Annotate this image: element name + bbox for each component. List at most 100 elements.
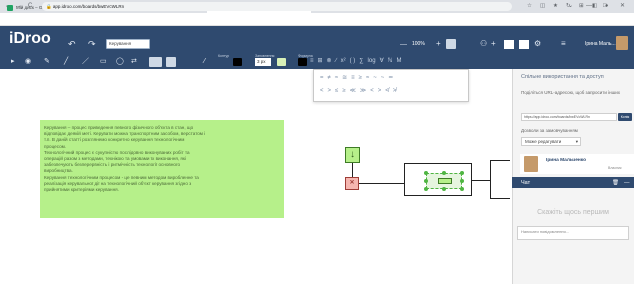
math-tab[interactable]: ℕ (388, 57, 393, 65)
resize-handle[interactable] (460, 187, 464, 191)
math-symbol[interactable]: ≠ (328, 74, 331, 82)
connector-line[interactable] (472, 180, 490, 181)
zoom-out-icon[interactable]: — (400, 39, 407, 51)
math-symbol[interactable]: ≤ (335, 87, 338, 95)
forward-button[interactable]: → (16, 2, 22, 11)
math-symbol[interactable]: ≪ (350, 87, 356, 95)
fit-screen-button[interactable] (446, 39, 456, 49)
app-logo[interactable]: iDroo (9, 29, 51, 49)
address-input[interactable]: 🔒 app.idroo.com/boards/bwEVcWLRn (42, 2, 512, 11)
extension-icon[interactable]: ◫ (540, 2, 545, 11)
trash-icon[interactable]: 🗑 (612, 179, 619, 187)
math-tab[interactable]: ∑ (359, 57, 363, 65)
cross-node[interactable]: ✕ (345, 177, 359, 190)
output-block[interactable] (490, 160, 510, 199)
math-symbol[interactable]: ≅ (342, 74, 347, 82)
math-symbol[interactable]: ≥ (342, 87, 345, 95)
math-symbol[interactable]: > (378, 87, 382, 95)
brush-icon[interactable]: ⁄ (204, 57, 205, 66)
math-symbol-row: < > ≤ ≥ ≪ ≫ < > ≮ ≯ (320, 87, 396, 95)
resize-handle[interactable] (442, 171, 446, 175)
math-tab[interactable]: x² (341, 57, 346, 65)
resize-handle[interactable] (442, 187, 446, 191)
avatar[interactable] (616, 36, 628, 50)
math-symbol[interactable]: ≃ (388, 74, 393, 82)
math-tab[interactable]: ( ) (350, 57, 356, 65)
current-user-name[interactable]: Ірина Маль... (585, 40, 616, 49)
outline-color-swatch[interactable] (233, 58, 242, 66)
math-symbol[interactable]: = (320, 74, 324, 82)
math-tab[interactable]: log (368, 57, 376, 65)
math-symbol[interactable]: > (328, 87, 332, 95)
marker-tool-icon[interactable]: ◉ (25, 57, 31, 66)
connector-line[interactable] (352, 163, 353, 177)
users-icon[interactable]: ⚇ (480, 38, 487, 50)
math-tab[interactable]: ⊗ (327, 57, 332, 65)
selected-inner-shape[interactable] (438, 178, 452, 184)
chat-message-input[interactable]: Написати повідомлення... (517, 226, 629, 240)
minimize-icon[interactable]: — (624, 179, 630, 187)
back-button[interactable]: ← (5, 2, 11, 11)
fill-color-swatch[interactable] (277, 58, 286, 66)
gear-icon[interactable]: ⚙ (534, 38, 541, 50)
extension-icon[interactable]: ↻ (566, 2, 571, 11)
redo-icon[interactable]: ↷ (88, 38, 96, 50)
document-name-input[interactable]: Керування (106, 39, 150, 49)
math-symbol[interactable]: ≡ (351, 74, 355, 82)
permission-select[interactable]: Може редагувати ▾ (521, 137, 581, 146)
math-symbol[interactable]: ≥ (359, 74, 362, 82)
extension-icon[interactable]: ★ (553, 2, 558, 11)
resize-handle[interactable] (424, 171, 428, 175)
chat-empty-message: Скажіть щось першим (537, 209, 609, 216)
math-symbol[interactable]: ~ (381, 74, 385, 82)
add-icon[interactable]: + (491, 38, 496, 50)
bookmark-star-icon[interactable]: ☆ (527, 2, 532, 11)
down-arrow-node[interactable]: ↓ (345, 147, 360, 163)
resize-handle[interactable] (424, 179, 428, 183)
resize-handle[interactable] (460, 179, 464, 183)
zoom-in-icon[interactable]: + (436, 38, 441, 50)
copy-url-button[interactable]: Копія (618, 113, 632, 121)
stroke-size-field[interactable]: 3 px (255, 58, 271, 66)
profile-icon[interactable]: ● (605, 2, 608, 11)
math-tab[interactable]: ∕ (336, 57, 337, 65)
math-symbol[interactable]: < (370, 87, 374, 95)
extension-icon[interactable]: ⊞ (579, 2, 584, 11)
text-note[interactable]: Керування – процес приведення певного фі… (40, 120, 284, 218)
rectangle-tool-icon[interactable]: ▭ (100, 57, 107, 66)
formula-tool-button[interactable] (149, 57, 162, 67)
math-symbol[interactable]: ≈ (335, 74, 338, 82)
share-button[interactable] (503, 39, 515, 50)
math-symbol[interactable]: < (320, 87, 324, 95)
math-symbol[interactable]: ≫ (360, 87, 366, 95)
share-url-field[interactable]: https://app.idroo.com/boards/bwEVcWLRn (521, 113, 617, 121)
image-tool-button[interactable] (166, 57, 176, 67)
math-symbol[interactable]: ≮ (385, 87, 389, 95)
lock-icon: 🔒 (46, 4, 53, 9)
formula-color-swatch[interactable] (298, 58, 307, 66)
zoom-level[interactable]: 100% (412, 40, 425, 49)
url-text: app.idroo.com/boards/bwEVcWLRn (52, 4, 125, 9)
reload-button[interactable]: C (28, 2, 32, 11)
select-tool-icon[interactable]: ▸ (11, 57, 15, 66)
resize-handle[interactable] (460, 171, 464, 175)
math-symbol[interactable]: ≈ (366, 74, 369, 82)
ellipse-tool-icon[interactable]: ◯ (116, 57, 124, 66)
line-tool-icon[interactable]: ／ (82, 57, 89, 66)
math-symbol[interactable]: ~ (373, 74, 377, 82)
math-symbol[interactable]: ≯ (393, 87, 397, 95)
eraser-tool-icon[interactable]: ╱ (64, 57, 68, 66)
sidepanel-icon[interactable]: ◧ (592, 2, 597, 11)
close-window-button[interactable]: ✕ (620, 2, 625, 11)
present-button[interactable] (518, 39, 530, 50)
math-tab[interactable]: ≡ (310, 57, 314, 65)
undo-icon[interactable]: ↶ (68, 38, 76, 50)
math-tab[interactable]: ⊞ (318, 57, 323, 65)
math-tab[interactable]: M (396, 57, 401, 65)
math-tab[interactable]: ∀ (380, 57, 384, 65)
connector-line[interactable] (359, 183, 404, 184)
menu-icon[interactable]: ≡ (561, 38, 566, 50)
connector-tool-icon[interactable]: ⇄ (131, 57, 137, 66)
resize-handle[interactable] (424, 187, 428, 191)
pen-tool-icon[interactable]: ✎ (44, 57, 50, 66)
